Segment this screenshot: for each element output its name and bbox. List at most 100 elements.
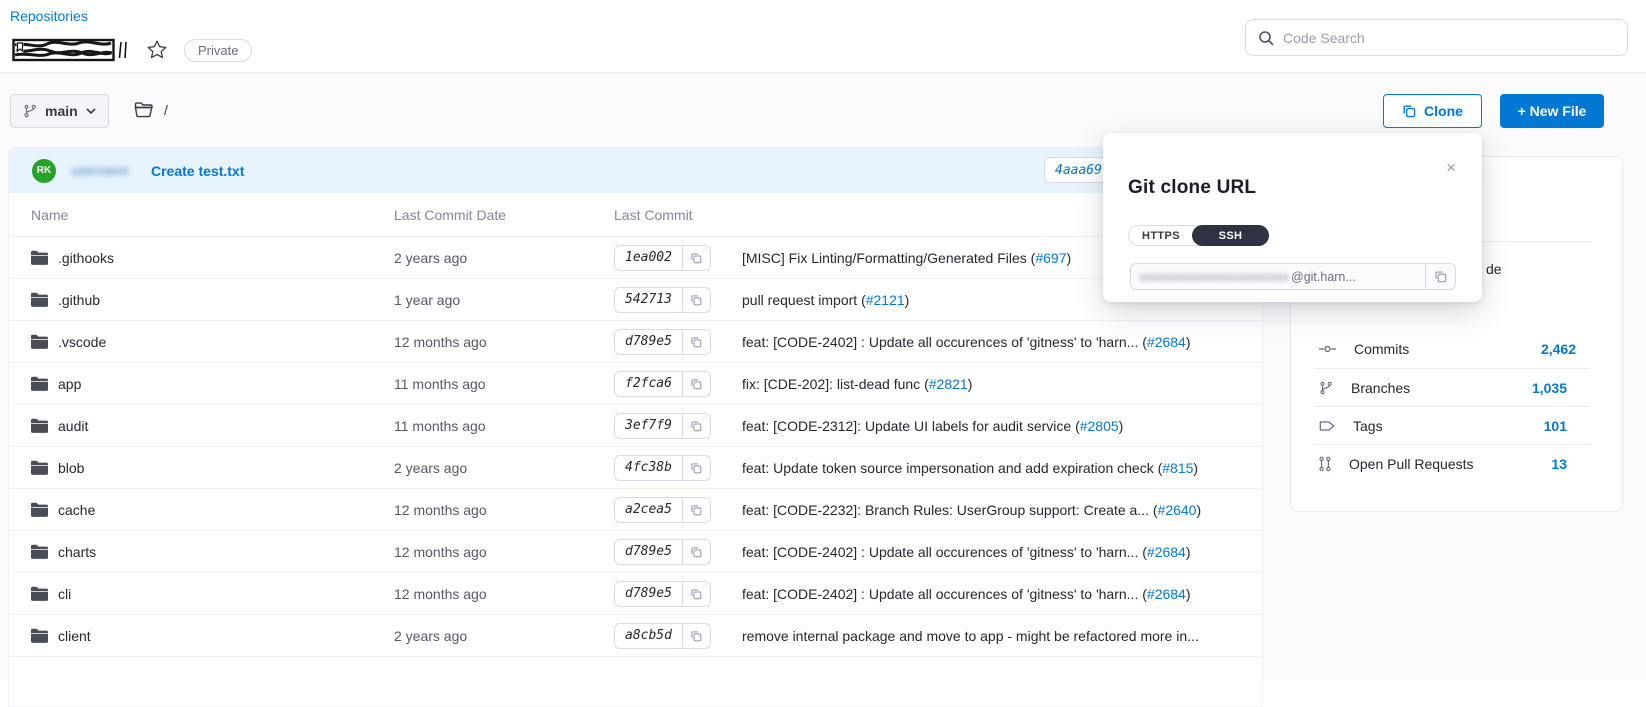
commit-hash[interactable]: 4fc38b	[615, 460, 682, 475]
commit-message: feat: [CODE-2402] : Update all occurence…	[742, 334, 1138, 350]
commit-hash[interactable]: 1ea002	[615, 250, 682, 265]
search-input[interactable]	[1283, 30, 1615, 46]
pr-number-link[interactable]: #697	[1035, 250, 1066, 266]
file-name[interactable]: .vscode	[58, 334, 106, 350]
last-commit-date: 1 year ago	[394, 292, 614, 308]
commit-hash[interactable]: d789e5	[615, 544, 682, 559]
pr-link-wrap: (#2684)	[1142, 334, 1190, 350]
pr-number-link[interactable]: #2821	[929, 376, 968, 392]
pr-number-link[interactable]: #2121	[866, 292, 905, 308]
pr-number-link[interactable]: #815	[1162, 460, 1193, 476]
copy-hash-icon[interactable]	[682, 330, 710, 354]
pr-number-link[interactable]: #2684	[1147, 334, 1186, 350]
folder-icon	[31, 586, 48, 601]
metadata-row[interactable]: Commits 2,462	[1291, 330, 1622, 368]
star-icon[interactable]	[144, 38, 170, 62]
file-name[interactable]: cli	[58, 586, 71, 602]
table-row[interactable]: .vscode 12 months ago d789e5 feat: [CODE…	[9, 321, 1262, 363]
metadata-value[interactable]: 1,035	[1532, 380, 1567, 396]
code-search-box[interactable]	[1245, 19, 1628, 56]
commit-author-redacted: username	[71, 163, 129, 178]
file-name[interactable]: app	[58, 376, 81, 392]
folder-icon	[31, 460, 48, 475]
copy-hash-icon[interactable]	[682, 372, 710, 396]
commit-hash[interactable]: a8cb5d	[615, 628, 682, 643]
commit-hash-badge[interactable]: d789e5	[614, 539, 711, 565]
table-row[interactable]: .githooks 2 years ago 1ea002 [MISC] Fix …	[9, 237, 1262, 279]
commit-hash-badge[interactable]: 542713	[614, 287, 711, 313]
close-icon[interactable]: ×	[1446, 159, 1456, 176]
commit-hash[interactable]: f2fca6	[615, 376, 682, 391]
table-row[interactable]: app 11 months ago f2fca6 fix: [CDE-202]:…	[9, 363, 1262, 405]
commit-hash[interactable]: 3ef7f9	[615, 418, 682, 433]
clone-button[interactable]: Clone	[1383, 94, 1482, 128]
commit-hash[interactable]: 542713	[615, 292, 682, 307]
path-root[interactable]: /	[164, 102, 168, 118]
new-file-button[interactable]: + New File	[1500, 94, 1604, 128]
table-row[interactable]: cli 12 months ago d789e5 feat: [CODE-240…	[9, 573, 1262, 615]
table-row[interactable]: audit 11 months ago 3ef7f9 feat: [CODE-2…	[9, 405, 1262, 447]
last-commit-date: 11 months ago	[394, 418, 614, 434]
metadata-value[interactable]: 2,462	[1541, 341, 1576, 357]
pr-number-link[interactable]: #2684	[1147, 586, 1186, 602]
file-name[interactable]: charts	[58, 544, 96, 560]
copy-hash-icon[interactable]	[682, 540, 710, 564]
commit-hash[interactable]: d789e5	[615, 586, 682, 601]
toggle-ssh[interactable]: SSH	[1192, 225, 1269, 246]
table-row[interactable]: blob 2 years ago 4fc38b feat: Update tok…	[9, 447, 1262, 489]
folder-icon	[31, 628, 48, 643]
clone-url-field[interactable]: xxxxxxxxxxxxxxxxxxxxxxxx @git.harn...	[1130, 263, 1456, 290]
commit-hash-badge[interactable]: d789e5	[614, 329, 711, 355]
table-row[interactable]: charts 12 months ago d789e5 feat: [CODE-…	[9, 531, 1262, 573]
commit-hash[interactable]: a2cea5	[615, 502, 682, 517]
commit-message: pull request import	[742, 292, 857, 308]
commit-hash-badge[interactable]: d789e5	[614, 581, 711, 607]
metadata-value[interactable]: 13	[1551, 456, 1567, 472]
copy-hash-icon[interactable]	[682, 246, 710, 270]
pr-number-link[interactable]: #2805	[1080, 418, 1119, 434]
commit-hash-badge[interactable]: 3ef7f9	[614, 413, 711, 439]
metadata-row[interactable]: Open Pull Requests 13	[1314, 444, 1590, 482]
last-commit-date: 12 months ago	[394, 544, 614, 560]
commit-hash[interactable]: d789e5	[615, 334, 682, 349]
copy-hash-icon[interactable]	[682, 288, 710, 312]
commit-hash-badge[interactable]: a8cb5d	[614, 623, 711, 649]
pr-number-link[interactable]: #2640	[1158, 502, 1197, 518]
commit-hash-badge[interactable]: 4fc38b	[614, 455, 711, 481]
file-name[interactable]: blob	[58, 460, 84, 476]
toggle-https[interactable]: HTTPS	[1129, 226, 1193, 245]
metadata-row[interactable]: Tags 101	[1314, 406, 1590, 444]
commit-hash-badge[interactable]: 1ea002	[614, 245, 711, 271]
metadata-value[interactable]: 101	[1544, 418, 1567, 434]
pr-number-link[interactable]: #2684	[1147, 544, 1186, 560]
commit-hash-badge[interactable]: a2cea5	[614, 497, 711, 523]
commit-icon	[1319, 344, 1336, 354]
file-name[interactable]: .github	[58, 292, 100, 308]
pull-request-icon	[1319, 456, 1331, 472]
commit-hash-badge[interactable]: f2fca6	[614, 371, 711, 397]
table-header-row: Name Last Commit Date Last Commit	[9, 193, 1262, 237]
folder-icon	[31, 376, 48, 391]
copy-hash-icon[interactable]	[682, 498, 710, 522]
table-row[interactable]: client 2 years ago a8cb5d remove interna…	[9, 615, 1262, 657]
copy-hash-icon[interactable]	[682, 582, 710, 606]
file-name[interactable]: client	[58, 628, 91, 644]
table-row[interactable]: cache 12 months ago a2cea5 feat: [CODE-2…	[9, 489, 1262, 531]
table-row[interactable]: .github 1 year ago 542713 pull request i…	[9, 279, 1262, 321]
file-name[interactable]: audit	[58, 418, 88, 434]
copy-hash-icon[interactable]	[682, 414, 710, 438]
pr-link-wrap: (#2121)	[861, 292, 909, 308]
partially-hidden-text: de	[1486, 261, 1502, 277]
copy-hash-icon[interactable]	[682, 456, 710, 480]
copy-hash-icon[interactable]	[682, 624, 710, 648]
file-name[interactable]: .githooks	[58, 250, 114, 266]
copy-url-icon[interactable]	[1425, 264, 1455, 289]
file-name[interactable]: cache	[58, 502, 95, 518]
folder-icon	[31, 334, 48, 349]
metadata-row[interactable]: Branches 1,035	[1314, 368, 1590, 406]
commit-hash[interactable]: 4aaa69	[1045, 163, 1112, 178]
last-commit-date: 12 months ago	[394, 334, 614, 350]
latest-commit-message-link[interactable]: Create test.txt	[151, 163, 244, 179]
branch-selector[interactable]: main	[10, 94, 109, 128]
breadcrumb-repositories[interactable]: Repositories	[10, 8, 88, 24]
